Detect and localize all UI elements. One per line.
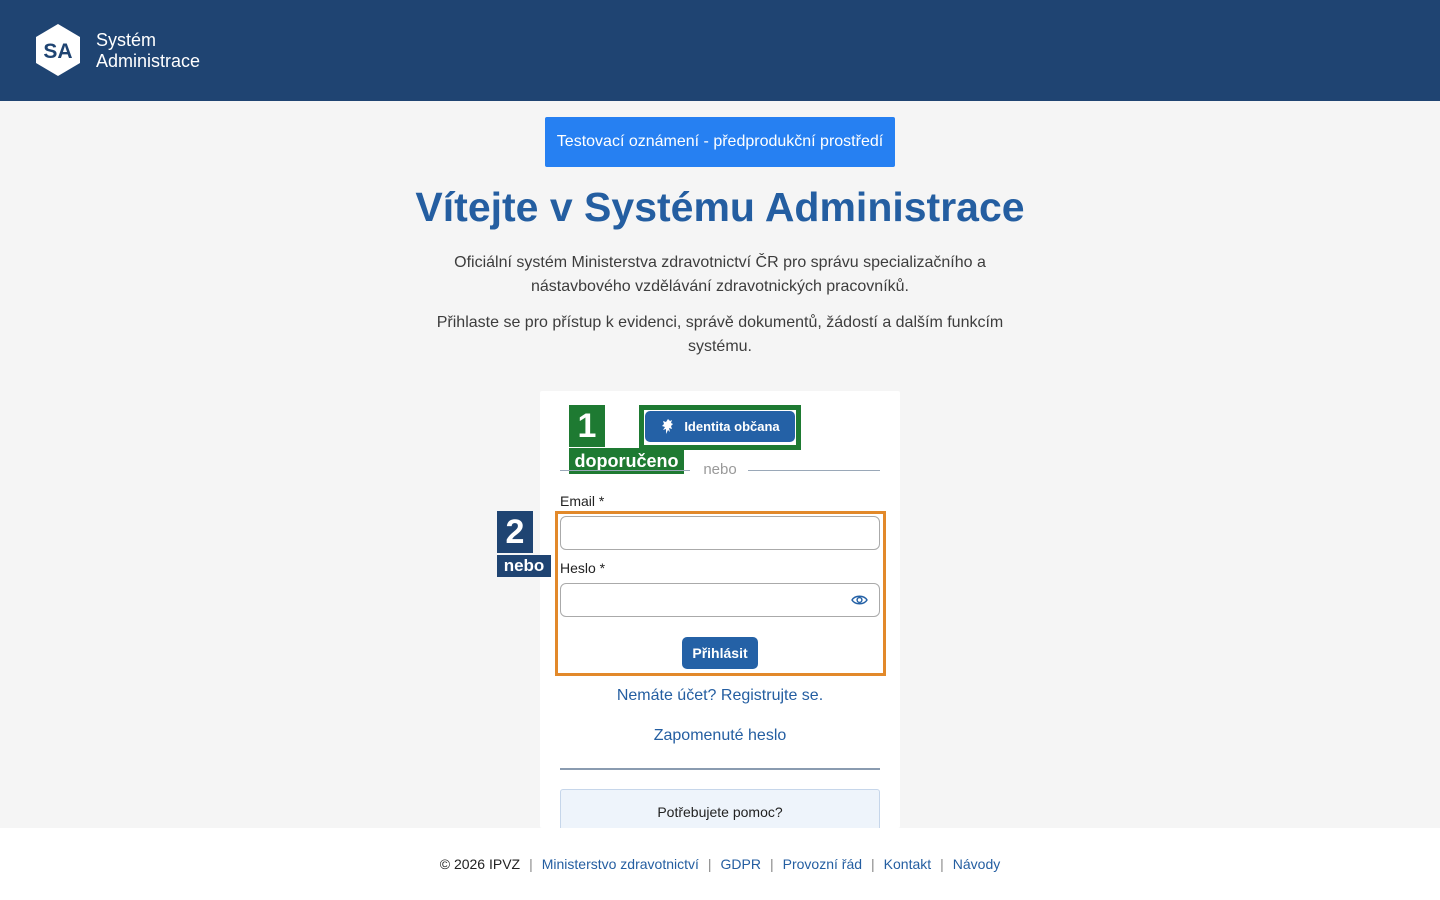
footer-link-contact[interactable]: Kontakt <box>884 856 931 872</box>
intro-paragraph-2: Přihlaste se pro přístup k evidenci, spr… <box>436 314 1004 355</box>
eye-icon[interactable] <box>851 593 868 607</box>
password-label: Heslo * <box>560 560 606 576</box>
footer-link-operating-rules[interactable]: Provozní řád <box>783 856 862 872</box>
register-link[interactable]: Nemáte účet? Registrujte se. <box>540 687 900 705</box>
top-header: SA Systém Administrace <box>0 0 1440 101</box>
email-field[interactable] <box>560 516 880 550</box>
footer-separator: | <box>871 856 875 872</box>
footer-link-guides[interactable]: Návody <box>953 856 1000 872</box>
login-button[interactable]: Přihlásit <box>682 637 758 669</box>
divider-line-right <box>748 470 880 471</box>
divider-text: nebo <box>703 461 737 478</box>
forgot-password-link[interactable]: Zapomenuté heslo <box>540 727 900 745</box>
identity-citizen-button[interactable]: Identita občana <box>645 411 795 442</box>
lion-emblem-icon <box>662 418 674 434</box>
divider-line-left <box>560 470 690 471</box>
test-announcement-banner: Testovací oznámení - předprodukční prost… <box>545 117 895 167</box>
badge-number-1: 1 <box>569 405 605 447</box>
page-title: Vítejte v Systému Administrace <box>415 184 1025 230</box>
footer-separator: | <box>707 856 712 872</box>
sa-logo[interactable]: SA <box>34 23 82 77</box>
card-divider <box>560 768 880 770</box>
footer-separator: | <box>940 856 944 872</box>
identity-button-label: Identita občana <box>684 419 780 434</box>
footer-separator: | <box>529 856 533 872</box>
footer-link-ministry[interactable]: Ministerstvo zdravotnictví <box>542 856 699 872</box>
email-label: Email * <box>560 493 605 509</box>
app-name: Systém Administrace <box>96 30 200 72</box>
password-field[interactable] <box>560 583 880 617</box>
footer-link-gdpr[interactable]: GDPR <box>721 856 761 872</box>
alternative-label: nebo <box>497 555 551 577</box>
footer: © 2026 IPVZ | Ministerstvo zdravotnictví… <box>0 828 1440 900</box>
app-name-line2: Administrace <box>96 51 201 71</box>
app-name-line1: Systém <box>96 30 157 50</box>
footer-separator: | <box>770 856 774 872</box>
intro-paragraph-1: Oficiální systém Ministerstva zdravotnic… <box>454 254 986 295</box>
badge-number-2: 2 <box>497 511 533 553</box>
logo-text: SA <box>43 40 72 63</box>
footer-copyright: © 2026 IPVZ <box>439 856 521 872</box>
